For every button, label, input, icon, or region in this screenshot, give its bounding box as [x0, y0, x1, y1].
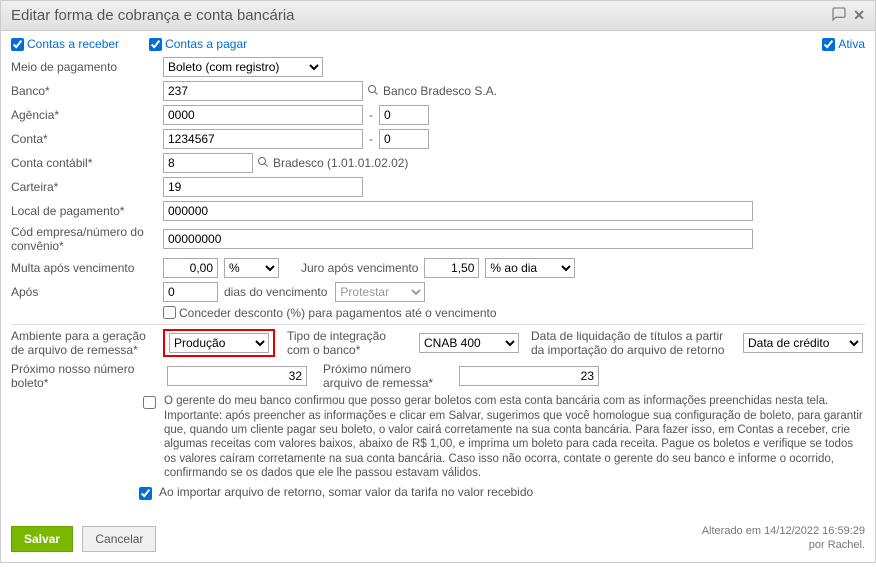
label-ambiente: Ambiente para a geração de arquivo de re… [11, 329, 151, 358]
input-prox-remessa[interactable] [459, 366, 599, 386]
label-conta-contabil: Conta contábil* [11, 156, 163, 170]
label-tipo-integracao: Tipo de integração com o banco* [287, 329, 407, 358]
separator: - [369, 108, 373, 122]
select-protestar[interactable]: Protestar [335, 282, 425, 302]
meta-alterado: Alterado em 14/12/2022 16:59:29 [702, 524, 865, 538]
checkbox-contas-pagar[interactable]: Contas a pagar [149, 37, 247, 51]
checkbox-label: Ativa [838, 37, 865, 51]
meta-por: por Rachel. [702, 538, 865, 552]
checkbox-conceder-desconto[interactable]: Conceder desconto (%) para pagamentos at… [163, 306, 497, 320]
select-juro-tipo[interactable]: % ao dia [485, 258, 575, 278]
separator: - [369, 132, 373, 146]
input-conta-dv[interactable] [379, 129, 429, 149]
checkbox-label: Conceder desconto (%) para pagamentos at… [179, 306, 497, 320]
label-banco: Banco* [11, 84, 163, 98]
checkbox-label: Ao importar arquivo de retorno, somar va… [159, 485, 533, 499]
select-ambiente[interactable]: Produção [169, 333, 269, 353]
input-prox-boleto[interactable] [167, 366, 307, 386]
select-data-liquidacao[interactable]: Data de crédito [743, 333, 863, 353]
label-meio: Meio de pagamento [11, 60, 163, 74]
close-icon[interactable]: ✕ [853, 7, 865, 24]
label-agencia: Agência* [11, 108, 163, 122]
note-gerente: O gerente do meu banco confirmou que pos… [164, 394, 865, 480]
label-data-liquidacao: Data de liquidação de títulos a partir d… [531, 329, 731, 358]
input-conta[interactable] [163, 129, 363, 149]
checkbox-gerente-confirmou[interactable] [143, 396, 156, 409]
help-icon[interactable] [831, 6, 847, 25]
checkbox-label: Contas a pagar [165, 37, 247, 51]
highlight-box: Produção [163, 329, 275, 357]
input-conta-contabil[interactable] [163, 153, 253, 173]
search-icon[interactable] [367, 84, 379, 99]
label-conta: Conta* [11, 132, 163, 146]
select-tipo-integracao[interactable]: CNAB 400 [419, 333, 519, 353]
label-multa: Multa após vencimento [11, 261, 163, 275]
cancel-button[interactable]: Cancelar [82, 526, 156, 552]
divider [11, 324, 865, 325]
input-juro-valor[interactable] [424, 258, 479, 278]
label-apos: Após [11, 285, 163, 299]
input-multa-valor[interactable] [163, 258, 218, 278]
label-prox-boleto: Próximo nosso número boleto* [11, 362, 151, 391]
checkbox-ativa[interactable]: Ativa [822, 37, 865, 51]
input-agencia-dv[interactable] [379, 105, 429, 125]
select-meio-pagamento[interactable]: Boleto (com registro) [163, 57, 323, 77]
label-carteira: Carteira* [11, 180, 163, 194]
conta-contabil-nome: Bradesco (1.01.01.02.02) [273, 156, 408, 170]
input-agencia[interactable] [163, 105, 363, 125]
label-dias: dias do vencimento [224, 285, 327, 299]
checkbox-contas-receber[interactable]: Contas a receber [11, 37, 119, 51]
input-local[interactable] [163, 201, 753, 221]
save-button[interactable]: Salvar [11, 526, 73, 552]
checkbox-label: Contas a receber [27, 37, 119, 51]
label-prox-remessa: Próximo número arquivo de remessa* [323, 362, 443, 391]
label-cod-convenio: Cód empresa/número do convênio* [11, 225, 163, 254]
input-apos-dias[interactable] [163, 282, 218, 302]
checkbox-importar-retorno[interactable]: Ao importar arquivo de retorno, somar va… [139, 485, 533, 500]
label-juro: Juro após vencimento [301, 261, 418, 275]
input-carteira[interactable] [163, 177, 363, 197]
input-banco[interactable] [163, 81, 363, 101]
select-multa-tipo[interactable]: % [224, 258, 279, 278]
label-local: Local de pagamento* [11, 204, 163, 218]
dialog-title: Editar forma de cobrança e conta bancári… [11, 7, 295, 24]
input-cod-convenio[interactable] [163, 229, 753, 249]
banco-nome: Banco Bradesco S.A. [383, 84, 497, 98]
search-icon[interactable] [257, 156, 269, 171]
